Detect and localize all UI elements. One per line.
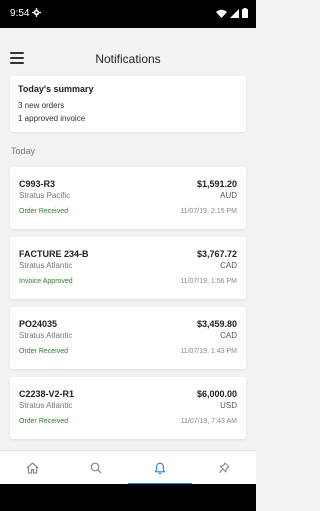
tab-pinned[interactable] [192, 451, 256, 485]
document-number: FACTURE 234-B [19, 249, 89, 259]
timestamp: 11/07/19, 1:43 PM [180, 348, 237, 355]
amount: $1,591.20 [196, 179, 237, 189]
company-name: Stratus Atlantic [19, 331, 73, 340]
company-name: Stratus Atlantic [19, 261, 73, 270]
home-icon [26, 462, 38, 474]
summary-heading: Today's summary [18, 84, 94, 94]
currency: USD [220, 401, 237, 410]
status-label: Order Received [19, 418, 69, 425]
notification-card[interactable]: FACTURE 234-B Stratus Atlantic Invoice A… [10, 237, 246, 299]
page-title: Notifications [95, 52, 161, 66]
signal-icon [230, 8, 239, 18]
timestamp: 11/07/19, 2:15 PM [180, 208, 237, 215]
currency: AUD [220, 191, 237, 200]
battery-icon [242, 8, 248, 18]
tab-notifications[interactable] [128, 451, 192, 485]
summary-card: Today's summary 3 new orders 1 approved … [10, 76, 246, 132]
tab-home[interactable] [0, 451, 64, 485]
document-number: PO24035 [19, 319, 58, 329]
timestamp: 11/07/19, 1:56 PM [180, 278, 237, 285]
timestamp: 11/07/19, 7:43 AM [180, 418, 237, 425]
amount: $3,767.72 [196, 249, 237, 259]
amount: $6,000.00 [196, 389, 237, 399]
status-time: 9:54 [10, 8, 30, 19]
amount: $3,459.80 [196, 319, 237, 329]
summary-line: 3 new orders [18, 101, 65, 110]
currency: CAD [220, 261, 237, 270]
company-name: Stratus Pacific [19, 191, 71, 200]
status-bar: 9:54 [0, 0, 256, 28]
status-label: Order Received [19, 348, 69, 355]
bottom-tab-bar [0, 450, 256, 485]
notification-card[interactable]: C993-R3 Stratus Pacific Order Received $… [10, 167, 246, 229]
company-name: Stratus Atlantic [19, 401, 73, 410]
gear-icon [32, 8, 41, 17]
summary-line: 1 approved invoice [18, 114, 86, 123]
pin-icon [218, 462, 230, 474]
wifi-icon [216, 9, 227, 18]
bell-icon [154, 462, 166, 474]
status-label: Invoice Approved [19, 278, 73, 285]
search-icon [90, 462, 102, 474]
document-number: C993-R3 [19, 179, 56, 189]
notification-card[interactable]: PO24035 Stratus Atlantic Order Received … [10, 307, 246, 369]
section-label: Today [11, 146, 36, 156]
system-navigation-bar [0, 484, 256, 511]
document-number: C2238-V2-R1 [19, 389, 75, 399]
tab-search[interactable] [64, 451, 128, 485]
status-label: Order Received [19, 208, 69, 215]
currency: CAD [220, 331, 237, 340]
notification-card[interactable]: C2238-V2-R1 Stratus Atlantic Order Recei… [10, 377, 246, 439]
